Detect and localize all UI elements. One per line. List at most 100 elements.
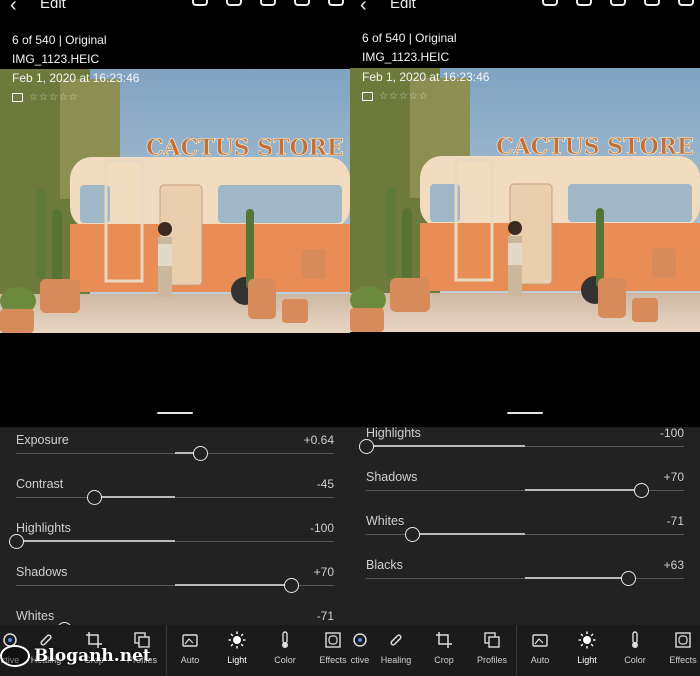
more-icon[interactable] (328, 0, 344, 6)
tool-color[interactable]: Color (611, 631, 659, 665)
selective-icon (353, 633, 367, 647)
edit-mode-menu[interactable]: Edit (40, 0, 66, 12)
slider-label: Contrast (16, 477, 64, 491)
slider-value: -100 (309, 521, 334, 535)
tool-label: Profiles (476, 655, 507, 665)
tool-label: Light (227, 655, 247, 665)
slider-label: Shadows (16, 565, 68, 579)
slider-value: -71 (316, 609, 334, 623)
slider-label: Blacks (366, 558, 403, 572)
slider-track[interactable] (16, 446, 334, 461)
store-sign: CACTUS STORE (496, 134, 694, 160)
tool-crop[interactable]: Crop (420, 631, 468, 665)
photo-preview: CACTUS STORE (0, 69, 350, 333)
slider-shadows[interactable]: Shadows +70 (16, 565, 334, 609)
slider-label: Highlights (366, 427, 421, 440)
info-icon[interactable] (576, 0, 592, 6)
cloud-sync-icon[interactable] (644, 0, 660, 6)
tool-effects[interactable]: Effects (309, 631, 350, 665)
back-icon[interactable]: ‹ (10, 0, 17, 17)
tool-effects[interactable]: Effects (659, 631, 700, 665)
slider-label: Exposure (16, 433, 69, 447)
color-icon (632, 631, 638, 648)
back-icon[interactable]: ‹ (360, 0, 367, 17)
slider-value: +70 (663, 470, 684, 484)
slider-fill (93, 496, 175, 498)
slider-thumb[interactable] (634, 483, 650, 498)
tool-label: ctive (350, 655, 370, 665)
tool-label: Light (577, 655, 597, 665)
light-adjustments-panel: Highlights -100 Shadows +70 Whites -71 Blacks +… (350, 427, 700, 625)
cloud-sync-icon[interactable] (294, 0, 310, 6)
slider-thumb[interactable] (86, 490, 102, 505)
tool-light[interactable]: Light (563, 631, 611, 665)
light-icon (228, 631, 246, 649)
slider-track[interactable] (9, 534, 334, 549)
undo-icon[interactable] (542, 0, 558, 6)
store-sign: CACTUS STORE (146, 135, 344, 161)
slider-thumb[interactable] (359, 439, 374, 454)
top-bar: ‹ Edit (350, 0, 700, 18)
watermark: Bloganh.net (0, 645, 151, 667)
info-icon[interactable] (226, 0, 242, 6)
slider-track[interactable] (359, 439, 684, 454)
slider-shadows[interactable]: Shadows +70 (366, 470, 684, 514)
light-icon (578, 631, 596, 649)
slider-track[interactable] (366, 483, 684, 498)
auto-icon (532, 634, 548, 647)
panel-drag-handle[interactable] (157, 412, 193, 414)
tool-label: Effects (319, 655, 347, 665)
tool-label: Color (274, 655, 296, 665)
edit-mode-menu[interactable]: Edit (390, 0, 416, 12)
slider-thumb[interactable] (621, 571, 637, 586)
slider-track[interactable] (16, 490, 334, 505)
slider-highlights[interactable]: Highlights -100 (359, 427, 684, 470)
tool-label: Crop (434, 655, 454, 665)
tool-light[interactable]: Light (213, 631, 261, 665)
tool-label: Healing (380, 655, 412, 665)
tool-bar: ctive Healing Crop Profiles Auto Light Color Ef… (350, 625, 700, 676)
slider-contrast[interactable]: Contrast -45 (16, 477, 334, 521)
photo-filename: IMG_1123.HEIC (12, 52, 100, 66)
share-icon[interactable] (610, 0, 626, 6)
tool-profiles[interactable]: Profiles (468, 631, 516, 665)
slider-label: Highlights (16, 521, 71, 535)
share-icon[interactable] (260, 0, 276, 6)
slider-exposure[interactable]: Exposure +0.64 (16, 433, 334, 477)
slider-whites[interactable]: Whites -71 (16, 609, 334, 625)
panel-drag-handle[interactable] (507, 412, 543, 414)
more-icon[interactable] (678, 0, 694, 6)
slider-track[interactable] (16, 578, 334, 593)
slider-track[interactable] (366, 527, 684, 542)
slider-thumb[interactable] (284, 578, 300, 593)
right-editor-pane: ‹ Edit 6 of 540 | Original IMG_1123.HEIC… (350, 0, 700, 676)
tool-label: Auto (530, 655, 550, 665)
slider-thumb[interactable] (9, 534, 24, 549)
flag-icon[interactable] (362, 92, 373, 101)
top-bar: ‹ Edit (0, 0, 350, 18)
slider-highlights[interactable]: Highlights -100 (9, 521, 334, 565)
slider-thumb[interactable] (405, 527, 421, 542)
capture-date: Feb 1, 2020 at 16:23:46 (12, 71, 140, 85)
slider-whites[interactable]: Whites -71 (366, 514, 684, 558)
slider-value: -45 (316, 477, 334, 491)
flag-icon[interactable] (12, 93, 23, 102)
slider-fill (16, 540, 175, 542)
photo-preview: CACTUS STORE (350, 68, 700, 332)
tool-healing[interactable]: Healing (372, 631, 420, 665)
slider-blacks[interactable]: Blacks +63 (366, 558, 684, 602)
star-rating[interactable]: ☆☆☆☆☆ (29, 92, 79, 103)
slider-fill (175, 584, 292, 586)
tool-label: Auto (180, 655, 200, 665)
tool-color[interactable]: Color (261, 631, 309, 665)
slider-label: Whites (16, 609, 55, 623)
tool-auto[interactable]: Auto (166, 631, 214, 665)
toolbar-divider (516, 625, 517, 676)
undo-icon[interactable] (192, 0, 208, 6)
slider-track[interactable] (366, 571, 684, 586)
star-rating[interactable]: ☆☆☆☆☆ (379, 91, 429, 102)
capture-date: Feb 1, 2020 at 16:23:46 (362, 70, 490, 84)
toolbar-divider (166, 625, 167, 676)
slider-thumb[interactable] (193, 446, 209, 461)
tool-auto[interactable]: Auto (516, 631, 564, 665)
